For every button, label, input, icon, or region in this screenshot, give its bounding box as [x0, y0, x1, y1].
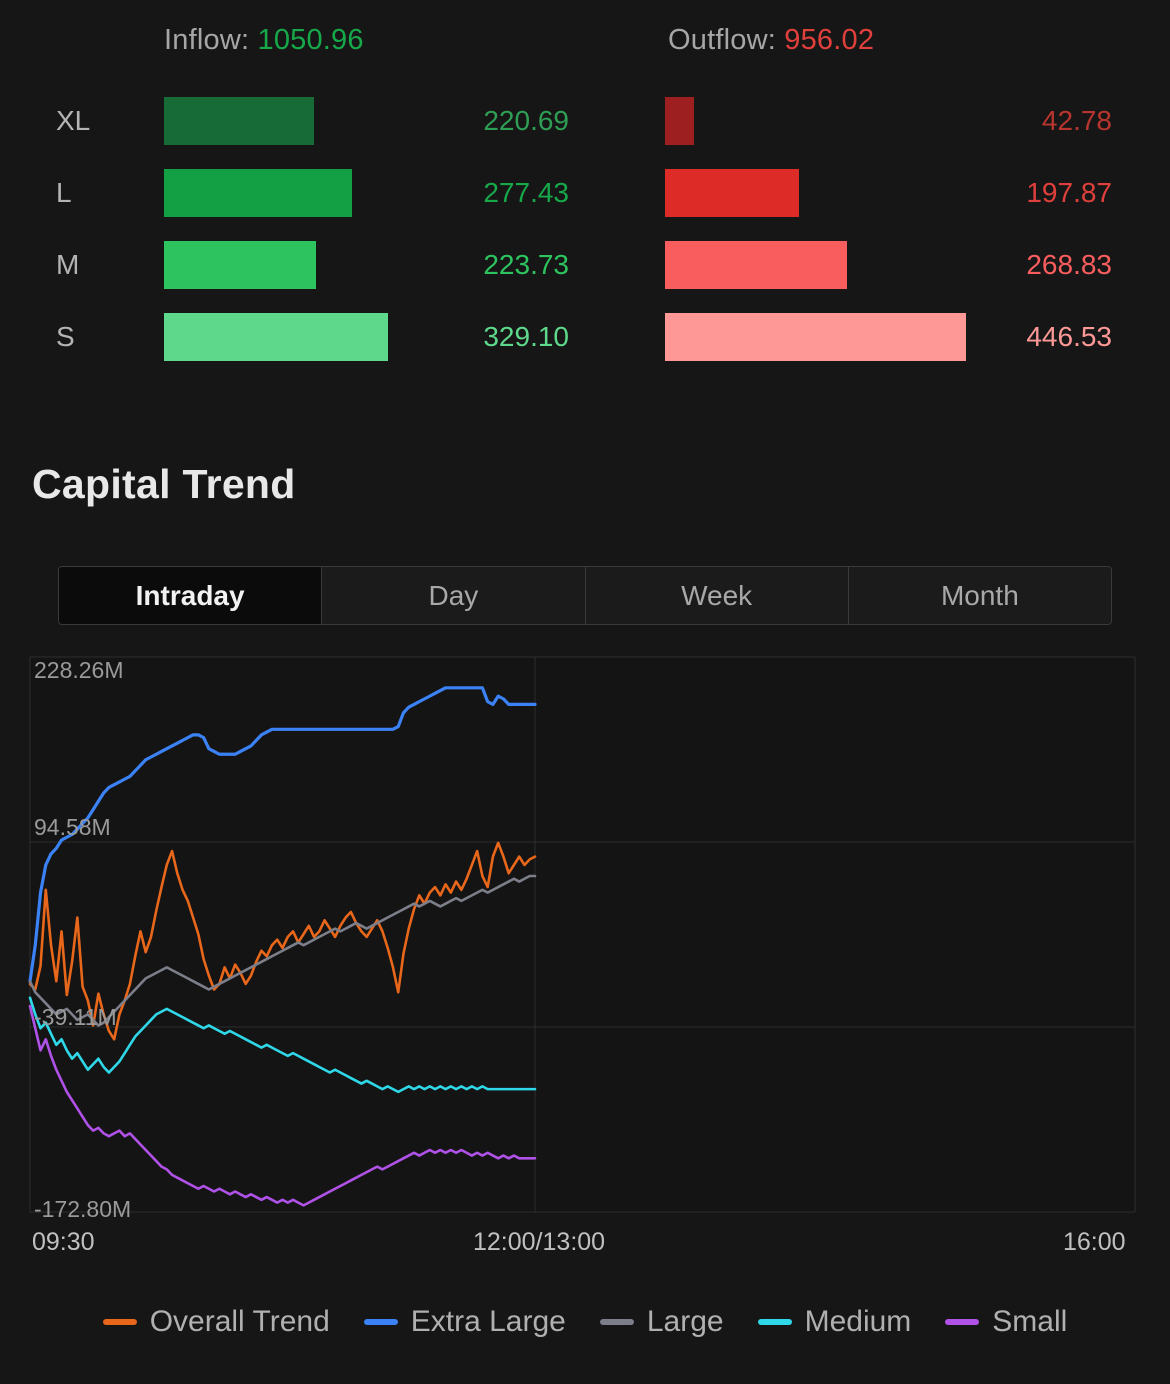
legend-label: Extra Large	[410, 1305, 566, 1338]
row-category-label: L	[56, 177, 72, 208]
outflow-total-value: 956.02	[784, 24, 875, 56]
legend-label: Medium	[804, 1305, 912, 1338]
inflow-row-value: 223.73	[483, 249, 569, 280]
y-axis-tick-1: 94.58M	[34, 814, 111, 840]
period-tab-bar: Intraday Day Week Month	[58, 566, 1112, 625]
outflow-bar	[665, 169, 799, 217]
y-axis-tick-3: -172.80M	[34, 1196, 132, 1222]
outflow-bar	[665, 313, 966, 361]
inflow-row-value: 329.10	[483, 321, 569, 352]
inflow-total-value: 1050.96	[257, 24, 364, 56]
flow-row-l: L 277.43 197.87	[0, 158, 1170, 228]
flow-row-xl: XL 220.69 42.78	[0, 86, 1170, 156]
tab-day[interactable]: Day	[322, 567, 586, 624]
legend-label: Overall Trend	[149, 1305, 330, 1338]
chart-legend: Overall Trend Extra Large Large Medium S…	[0, 1305, 1170, 1339]
legend-swatch-icon	[363, 1319, 398, 1325]
y-axis-tick-0: 228.26M	[34, 657, 124, 683]
legend-swatch-icon	[102, 1319, 137, 1325]
legend-item-large[interactable]: Large	[599, 1305, 724, 1339]
legend-swatch-icon	[945, 1319, 980, 1325]
tab-week[interactable]: Week	[585, 567, 849, 624]
row-category-label: M	[56, 249, 80, 280]
y-axis-tick-2: -39.11M	[34, 1004, 117, 1030]
legend-label: Small	[992, 1305, 1068, 1338]
x-axis-tick-end: 16:00	[1063, 1228, 1126, 1256]
legend-item-small[interactable]: Small	[945, 1305, 1067, 1339]
tab-intraday[interactable]: Intraday	[59, 567, 323, 624]
capital-trend-chart[interactable]	[0, 645, 1170, 1245]
chart-canvas	[28, 656, 1136, 1213]
legend-item-medium[interactable]: Medium	[757, 1305, 912, 1339]
capital-trend-title: Capital Trend	[32, 461, 296, 507]
x-axis-tick-start: 09:30	[32, 1228, 95, 1256]
legend-item-extra-large[interactable]: Extra Large	[363, 1305, 566, 1339]
outflow-row-value: 42.78	[1041, 105, 1112, 136]
flow-row-m: M 223.73 268.83	[0, 230, 1170, 300]
inflow-label: Inflow:	[164, 24, 250, 56]
outflow-row-value: 446.53	[1026, 321, 1112, 352]
inflow-bar	[164, 241, 316, 289]
legend-swatch-icon	[599, 1319, 634, 1325]
legend-label: Large	[646, 1305, 724, 1338]
inflow-header: Inflow: 1050.96	[164, 24, 364, 57]
inflow-row-value: 277.43	[483, 177, 569, 208]
flow-summary-section: Inflow: 1050.96 Outflow: 956.02 XL 220.6…	[0, 0, 1170, 420]
outflow-bar	[665, 241, 847, 289]
legend-swatch-icon	[757, 1319, 792, 1325]
outflow-row-value: 268.83	[1026, 249, 1112, 280]
outflow-bar	[665, 97, 694, 145]
inflow-bar	[164, 169, 352, 217]
row-category-label: S	[56, 321, 75, 352]
outflow-label: Outflow:	[668, 24, 776, 56]
row-category-label: XL	[56, 105, 91, 136]
inflow-bar	[164, 313, 388, 361]
inflow-bar	[164, 97, 314, 145]
inflow-row-value: 220.69	[483, 105, 569, 136]
outflow-row-value: 197.87	[1026, 177, 1112, 208]
tab-month[interactable]: Month	[848, 567, 1111, 624]
outflow-header: Outflow: 956.02	[668, 24, 874, 57]
legend-item-overall-trend[interactable]: Overall Trend	[102, 1305, 330, 1339]
flow-row-s: S 329.10 446.53	[0, 302, 1170, 372]
x-axis-tick-mid: 12:00/13:00	[473, 1228, 606, 1256]
